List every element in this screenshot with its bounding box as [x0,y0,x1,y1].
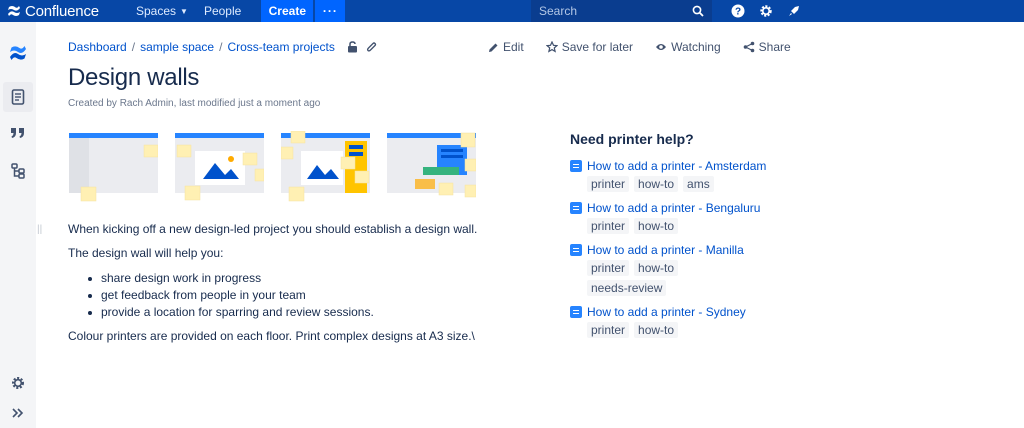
page-actions: Edit Save for later Watching Share [488,40,813,54]
watching-label: Watching [671,40,721,54]
printer-paragraph: Colour printers are provided on each flo… [68,329,475,343]
breadcrumb-icons [347,41,377,53]
share-button[interactable]: Share [743,40,791,54]
share-icon [743,41,754,53]
label-printer[interactable]: printer [587,322,630,338]
printer-help-heading: Need printer help? [570,131,694,147]
label-list: printer how-to [587,218,737,238]
page-byline: Created by Rach Admin, last modified jus… [68,98,321,109]
expand-icon[interactable] [0,398,36,428]
related-page-manilla: How to add a printer - Manilla printer h… [570,242,744,300]
edit-button[interactable]: Edit [488,40,524,54]
related-page-link[interactable]: How to add a printer - Amsterdam [570,158,766,174]
people-label: People [203,4,242,18]
design-wall-illustration-1 [69,133,158,202]
spaces-label: Spaces [136,4,177,18]
related-page-link[interactable]: How to add a printer - Sydney [570,304,746,320]
notifications-icon[interactable] [780,0,808,22]
pencil-icon [489,43,498,52]
people-link[interactable]: People [196,0,249,22]
label-list: printer how-to needs-review [587,260,737,300]
page-title: Design walls [68,64,200,91]
breadcrumb-separator: / [219,40,223,54]
design-wall-illustration-3 [281,131,370,202]
design-wall-illustration-2 [175,133,264,201]
benefits-list: share design work in progress get feedba… [88,270,508,321]
help-icon[interactable]: ? [724,0,752,22]
breadcrumb-sample-space[interactable]: sample space [140,40,214,54]
hierarchy-icon[interactable] [0,156,36,186]
label-list: printer how-to [587,322,737,342]
watching-button[interactable]: Watching [655,40,721,54]
brand-name: Confluence [25,2,99,20]
design-wall-paragraph: The design wall will help you: [68,246,224,260]
chevron-down-icon: ▼ [180,6,188,16]
share-label: Share [758,40,791,54]
edit-label: Edit [503,40,524,54]
more-create-button[interactable]: ··· [315,0,346,22]
label-how-to[interactable]: how-to [634,322,679,338]
save-for-later-button[interactable]: Save for later [545,40,634,54]
list-item: share design work in progress [88,270,508,287]
search-icon[interactable] [692,5,704,17]
quote-icon[interactable] [0,118,36,148]
page-icon [570,306,582,318]
design-wall-illustration-4 [387,132,476,198]
top-navigation: Confluence Spaces ▼ People Create ··· ? [0,0,1024,22]
page-icon [570,160,582,172]
label-printer[interactable]: printer [587,218,630,234]
breadcrumb-dashboard[interactable]: Dashboard [68,40,127,54]
search-box [531,0,712,22]
label-how-to[interactable]: how-to [634,260,679,276]
list-item: provide a location for sparring and revi… [88,304,508,321]
sidebar-resize-handle[interactable]: || [37,224,42,235]
label-list: printer how-to ams [587,176,737,196]
spaces-menu[interactable]: Spaces ▼ [128,0,196,22]
label-printer[interactable]: printer [587,176,630,192]
related-page-link[interactable]: How to add a printer - Bengaluru [570,200,760,216]
related-page-title: How to add a printer - Bengaluru [587,201,761,215]
search-input[interactable] [539,4,679,18]
intro-paragraph: When kicking off a new design-led projec… [68,222,478,236]
related-page-amsterdam: How to add a printer - Amsterdam printer… [570,158,766,196]
related-page-link[interactable]: How to add a printer - Manilla [570,242,744,258]
confluence-logo-icon [8,6,20,16]
eye-icon [656,44,667,50]
settings-icon[interactable] [0,368,36,398]
breadcrumb-separator: / [131,40,136,54]
star-icon [545,41,558,53]
page-content: When kicking off a new design-led projec… [68,222,508,353]
confluence-brand[interactable]: Confluence [0,0,128,22]
page-icon [570,244,582,256]
label-needs-review[interactable]: needs-review [587,280,667,296]
page-icon [570,202,582,214]
svg-text:?: ? [735,7,741,18]
label-printer[interactable]: printer [587,260,630,276]
unlock-icon[interactable] [347,41,358,53]
attachment-icon[interactable] [366,41,377,53]
label-how-to[interactable]: how-to [634,176,679,192]
related-page-title: How to add a printer - Amsterdam [587,159,767,173]
related-page-sydney: How to add a printer - Sydney printer ho… [570,304,746,342]
create-button[interactable]: Create [261,0,314,22]
label-ams[interactable]: ams [683,176,714,192]
related-page-bengaluru: How to add a printer - Bengaluru printer… [570,200,760,238]
related-page-title: How to add a printer - Manilla [587,243,744,257]
label-how-to[interactable]: how-to [634,218,679,234]
settings-icon[interactable] [752,0,780,22]
save-for-later-label: Save for later [561,40,634,54]
breadcrumb-cross-team-projects[interactable]: Cross-team projects [227,40,334,54]
breadcrumb: Dashboard / sample space / Cross-team pr… [68,40,377,54]
list-item: get feedback from people in your team [88,287,508,304]
sidebar [0,22,36,428]
related-page-title: How to add a printer - Sydney [587,305,746,319]
top-icons: ? [724,0,808,22]
confluence-logo-icon[interactable] [0,38,36,68]
pages-icon[interactable] [3,82,33,112]
